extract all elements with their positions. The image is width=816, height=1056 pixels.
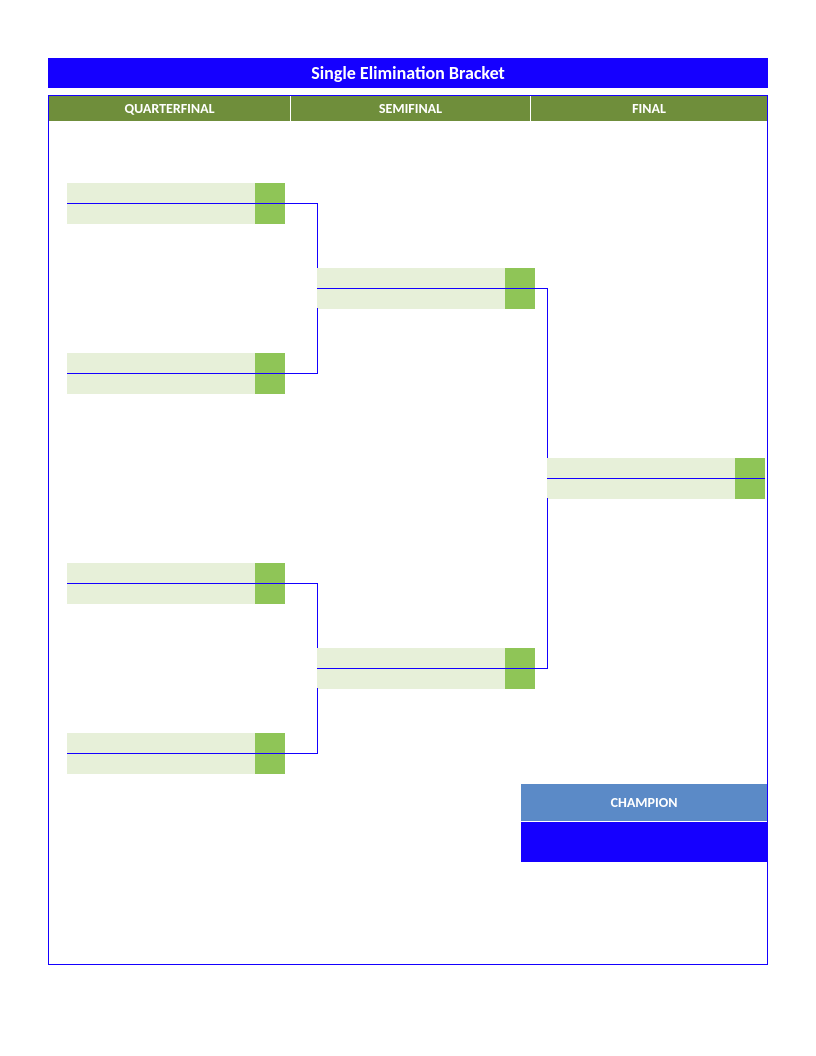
qf2-team2[interactable] (67, 374, 255, 394)
round-header-final: FINAL (531, 96, 767, 121)
bracket-container: QUARTERFINAL SEMIFINAL FINAL (48, 95, 768, 965)
connector-line (547, 288, 548, 458)
connector-line (285, 753, 317, 754)
qf3-team2[interactable] (67, 584, 255, 604)
match-sf1 (317, 268, 535, 309)
connector-line (317, 688, 318, 754)
match-qf2 (67, 353, 285, 394)
sf2-team1[interactable] (317, 648, 505, 668)
qf2-score2[interactable] (255, 374, 285, 394)
connector-line (285, 583, 317, 584)
connector-line (547, 498, 548, 669)
connector-line (317, 308, 318, 374)
connector-line (535, 668, 547, 669)
sf1-team2[interactable] (317, 289, 505, 309)
sf2-team2[interactable] (317, 669, 505, 689)
sf2-score1[interactable] (505, 648, 535, 668)
qf1-team2[interactable] (67, 204, 255, 224)
round-header-quarterfinal: QUARTERFINAL (49, 96, 291, 121)
qf1-team1[interactable] (67, 183, 255, 203)
qf2-team1[interactable] (67, 353, 255, 373)
qf1-score1[interactable] (255, 183, 285, 203)
f1-score1[interactable] (735, 458, 765, 478)
match-final (547, 458, 765, 499)
match-qf1 (67, 183, 285, 224)
page-title: Single Elimination Bracket (48, 58, 768, 89)
connector-line (317, 203, 318, 268)
champion-header: CHAMPION (521, 784, 767, 821)
connector-line (535, 288, 547, 289)
sf1-team1[interactable] (317, 268, 505, 288)
sf1-score2[interactable] (505, 289, 535, 309)
qf3-team1[interactable] (67, 563, 255, 583)
round-header-semifinal: SEMIFINAL (291, 96, 531, 121)
qf2-score1[interactable] (255, 353, 285, 373)
f1-score2[interactable] (735, 479, 765, 499)
connector-line (285, 203, 317, 204)
match-qf4 (67, 733, 285, 774)
qf1-score2[interactable] (255, 204, 285, 224)
f1-team1[interactable] (547, 458, 735, 478)
f1-team2[interactable] (547, 479, 735, 499)
match-sf2 (317, 648, 535, 689)
champion-name[interactable] (521, 822, 767, 862)
sf2-score2[interactable] (505, 669, 535, 689)
qf3-score2[interactable] (255, 584, 285, 604)
match-qf3 (67, 563, 285, 604)
qf4-score2[interactable] (255, 754, 285, 774)
connector-line (285, 373, 317, 374)
connector-line (317, 583, 318, 648)
sf1-score1[interactable] (505, 268, 535, 288)
qf3-score1[interactable] (255, 563, 285, 583)
qf4-team1[interactable] (67, 733, 255, 753)
qf4-team2[interactable] (67, 754, 255, 774)
qf4-score1[interactable] (255, 733, 285, 753)
